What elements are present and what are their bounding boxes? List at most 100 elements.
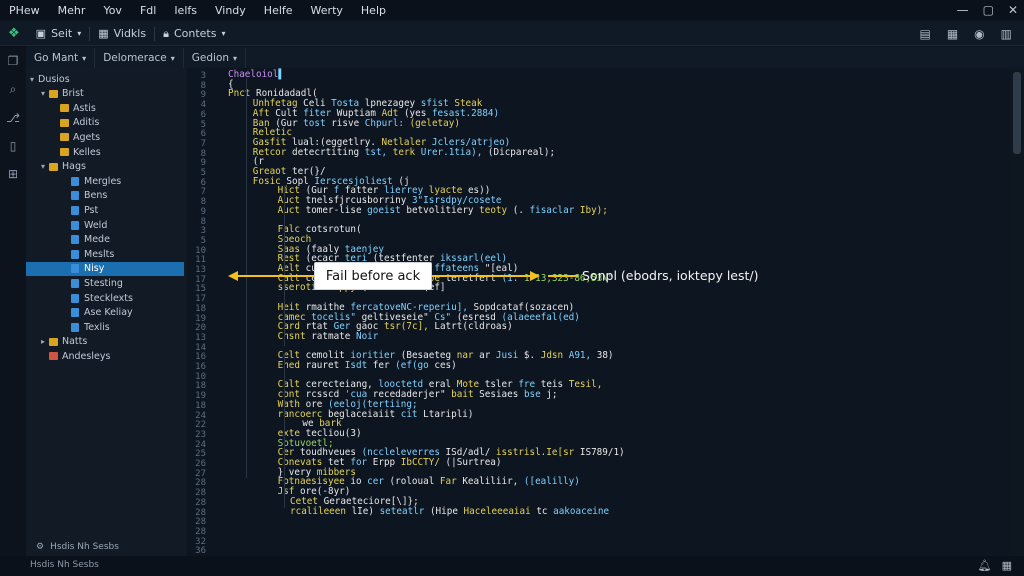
- minimize-icon[interactable]: —: [957, 3, 969, 17]
- bell-icon[interactable]: 🔔︎: [978, 559, 992, 572]
- tree-item[interactable]: Bens: [26, 189, 184, 203]
- code-token: aakoaceine: [553, 505, 610, 517]
- code-token: bse: [523, 389, 547, 401]
- folder-icon: [60, 148, 69, 156]
- menu-item-1[interactable]: Mehr: [49, 4, 95, 17]
- go-menu-button[interactable]: Go Mant ▾: [26, 48, 96, 68]
- branch-select[interactable]: Delomerace ▾: [95, 48, 184, 68]
- code-token: seteatlr: [379, 505, 430, 517]
- code-editor[interactable]: 3 8 9 4 6 5 6 7 8 9 5 6 7 8 9 8 3 5 10 11 13 17 15 17 18 19 20 13 14…: [188, 68, 1010, 556]
- tree-item[interactable]: Nisy: [26, 261, 184, 276]
- code-token: (roloual: [389, 476, 440, 488]
- maximize-icon[interactable]: ▢: [983, 3, 994, 17]
- tree-item[interactable]: Ase Keliay: [26, 306, 184, 320]
- code-token: IbCCTY/: [400, 457, 446, 468]
- secondary-toolbar: Go Mant ▾ Delomerace ▾ Gedion ▾: [26, 48, 1024, 68]
- editor-scrollbar[interactable]: [1010, 68, 1024, 556]
- code-area[interactable]: Chaeloiol▌{Pnct Ronidadadl(Unhfetag Celi…: [228, 68, 1008, 556]
- scrollbar-thumb[interactable]: [1013, 72, 1021, 154]
- file-icon: [71, 249, 79, 259]
- tree-item-label: Nisy: [84, 263, 105, 275]
- line-number: 6: [200, 109, 206, 120]
- tree-item[interactable]: Kelles: [26, 145, 184, 159]
- tree-item[interactable]: Stecklexts: [26, 291, 184, 305]
- columns-icon[interactable]: ▥: [1001, 27, 1012, 41]
- code-token: Sesiaes: [479, 389, 524, 401]
- tree-item[interactable]: Texlis: [26, 320, 184, 334]
- source-control-icon[interactable]: ⎇: [6, 111, 20, 125]
- menu-bar: PHew Mehr Yov Fdl Ielfs Vindy Helfe Werty Help: [0, 0, 1024, 20]
- tree-item[interactable]: ▾ Dusios: [26, 72, 184, 86]
- tree-item[interactable]: Agets: [26, 130, 184, 144]
- code-token: Noir: [355, 330, 379, 342]
- line-number: 9: [200, 206, 206, 217]
- region-select[interactable]: Gedion ▾: [184, 48, 247, 68]
- menu-item-6[interactable]: Helfe: [255, 4, 302, 17]
- line-number: 27: [195, 468, 206, 479]
- explorer-icon[interactable]: ❐: [8, 54, 19, 68]
- line-number: 28: [195, 526, 206, 537]
- grid-icon[interactable]: ▦: [1002, 559, 1012, 572]
- tree-item[interactable]: Aditis: [26, 116, 184, 130]
- menu-item-8[interactable]: Help: [352, 4, 395, 17]
- sidebar-footer: ⚙ Hsdis Nh Sesbs: [36, 542, 119, 552]
- code-token: fer: [372, 360, 396, 371]
- grid-icon: ▦: [98, 27, 109, 40]
- tree-item-label: Stecklexts: [84, 292, 133, 304]
- code-token: tst,: [364, 146, 393, 158]
- line-number: 25: [195, 449, 206, 460]
- window-controls: — ▢ ✕: [957, 0, 1018, 20]
- tree-item[interactable]: ▸ Natts: [26, 335, 184, 349]
- commits-button[interactable]: 🔒︎ Contets ▾: [155, 27, 233, 41]
- menu-item-0[interactable]: PHew: [0, 4, 49, 17]
- code-token: ratmate: [311, 330, 356, 342]
- close-icon[interactable]: ✕: [1008, 3, 1018, 17]
- code-token: $.: [523, 350, 541, 362]
- code-token: Kealiliir,: [462, 476, 524, 488]
- tree-item[interactable]: Mergles: [26, 174, 184, 188]
- code-token: cer: [367, 476, 390, 488]
- code-token: teoty: [479, 204, 513, 216]
- settings-icon[interactable]: ⚙: [36, 542, 44, 552]
- run-button[interactable]: ▣ Seit ▾: [28, 27, 90, 40]
- extensions-icon[interactable]: ⊞: [8, 167, 18, 181]
- folder-icon: [49, 352, 58, 361]
- tree-item[interactable]: Pst: [26, 203, 184, 217]
- grid-icon[interactable]: ▦: [947, 27, 958, 41]
- line-number: 19: [195, 391, 206, 402]
- menu-item-3[interactable]: Fdl: [131, 4, 165, 17]
- code-token: detecrtiting: [291, 146, 365, 158]
- tree-item[interactable]: Stesting: [26, 276, 184, 290]
- tree-item[interactable]: Meslts: [26, 247, 184, 261]
- code-token: 38): [596, 350, 614, 362]
- code-token: Auct: [277, 204, 306, 216]
- record-icon[interactable]: ◉: [974, 27, 984, 41]
- code-token: rauret: [305, 360, 345, 371]
- tree-item[interactable]: Weld: [26, 218, 184, 232]
- tree-item-label: Aditis: [73, 117, 100, 129]
- debug-icon[interactable]: ▯: [10, 139, 17, 153]
- search-icon[interactable]: ⌕: [10, 82, 17, 97]
- chevron-down-icon: ▾: [221, 29, 226, 38]
- code-token: Chaeloiol: [228, 69, 279, 80]
- menu-item-2[interactable]: Yov: [94, 4, 131, 17]
- tree-item[interactable]: ▾ Brist: [26, 87, 184, 101]
- menu-item-5[interactable]: Vindy: [206, 4, 255, 17]
- line-number: 5: [200, 119, 206, 130]
- folder-icon: [60, 133, 69, 142]
- panel-icon[interactable]: ▤: [919, 27, 930, 41]
- chevron-down-icon: ▾: [82, 53, 87, 63]
- tree-item[interactable]: Mede: [26, 233, 184, 247]
- line-number: 28: [195, 517, 206, 528]
- menu-item-4[interactable]: Ielfs: [165, 4, 206, 17]
- file-icon: [71, 205, 79, 215]
- tree-item[interactable]: Andesleys: [26, 349, 184, 363]
- folder-icon: [49, 337, 58, 346]
- menu-item-7[interactable]: Werty: [302, 4, 352, 17]
- views-button[interactable]: ▦ Vidkls: [90, 27, 154, 40]
- status-right-icons: 🔔︎ ▦: [978, 559, 1012, 572]
- tree-item[interactable]: ▾ Hags: [26, 160, 184, 174]
- line-number: 9: [200, 90, 206, 101]
- line-number: 24: [195, 439, 206, 450]
- tree-item[interactable]: Astis: [26, 101, 184, 115]
